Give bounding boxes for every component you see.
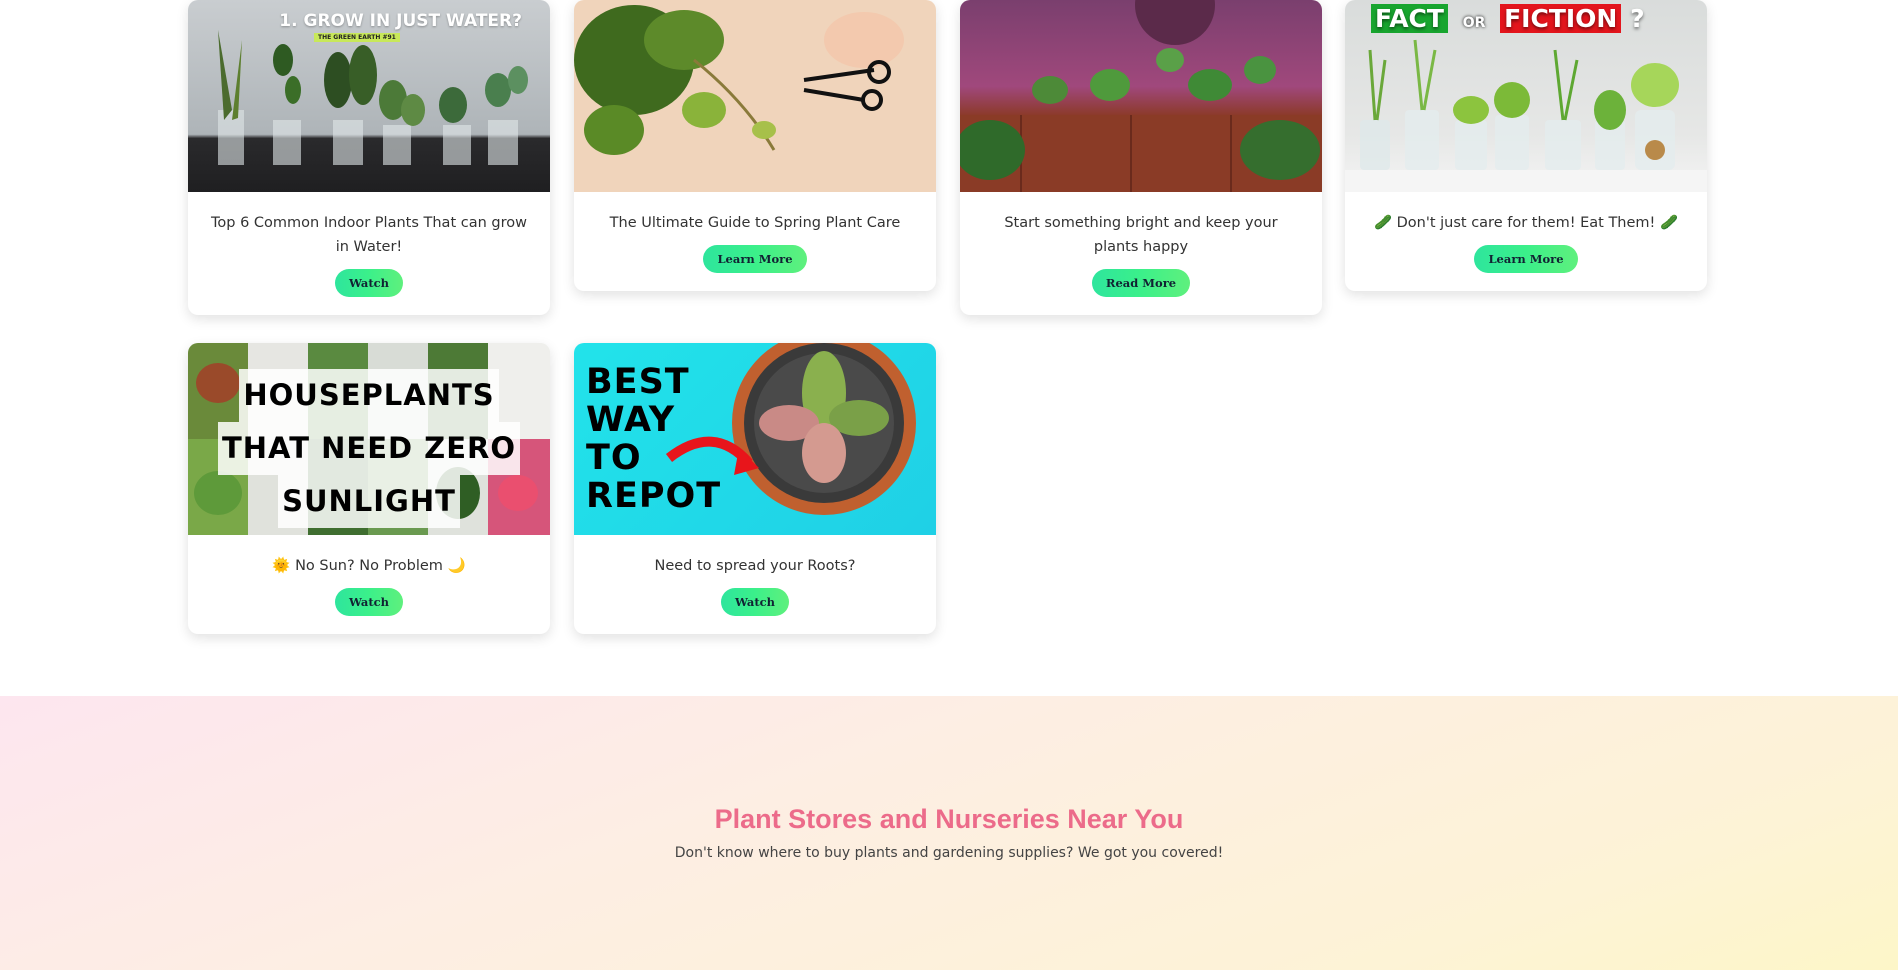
article-card: Start something bright and keep your pla… [960,0,1322,315]
section-subtext: Don't know where to buy plants and garde… [674,845,1224,861]
card-title: 🥒 Don't just care for them! Eat Them! 🥒 [1373,215,1679,231]
card-thumbnail[interactable] [574,0,936,192]
watch-button[interactable]: Watch [334,269,404,297]
article-card: FACT OR FICTION ? 🥒 Don't just care for … [1345,0,1707,291]
fact-label: FACT [1371,4,1448,33]
caption-line: TO [586,438,642,478]
question-mark: ? [1630,4,1645,33]
learn-more-button[interactable]: Learn More [703,245,807,273]
card-title: The Ultimate Guide to Spring Plant Care [609,215,901,231]
caption-line: WAY [586,400,676,440]
card-title: 🌞 No Sun? No Problem 🌙 [272,558,466,574]
caption-line: THAT NEED ZERO [217,422,520,475]
thumbnail-badge: THE GREEN EARTH #91 [314,33,400,42]
read-more-button[interactable]: Read More [1091,269,1191,297]
article-card: The Ultimate Guide to Spring Plant Care … [574,0,936,291]
thumbnail-caption: BEST WAY TO REPOT [586,363,721,515]
card-title: Start something bright and keep your pla… [1004,215,1278,255]
caption-line: BEST [586,362,690,402]
caption-line: REPOT [586,476,722,516]
thumbnail-caption: HOUSEPLANTS THAT NEED ZERO SUNLIGHT [188,369,550,528]
learn-more-button[interactable]: Learn More [1474,245,1578,273]
card-thumbnail[interactable]: HOUSEPLANTS THAT NEED ZERO SUNLIGHT [188,343,550,535]
article-card: HOUSEPLANTS THAT NEED ZERO SUNLIGHT 🌞 No… [188,343,550,634]
card-title: Top 6 Common Indoor Plants That can grow… [211,215,527,255]
watch-button[interactable]: Watch [720,588,790,616]
card-thumbnail[interactable] [960,0,1322,192]
card-thumbnail[interactable]: BEST WAY TO REPOT [574,343,936,535]
card-thumbnail[interactable]: FACT OR FICTION ? [1345,0,1707,192]
card-thumbnail[interactable]: 1. GROW IN JUST WATER? THE GREEN EARTH #… [188,0,550,192]
thumbnail-caption: 1. GROW IN JUST WATER? [279,11,522,31]
or-label: OR [1462,15,1486,31]
watch-button[interactable]: Watch [334,588,404,616]
caption-line: HOUSEPLANTS [239,369,499,422]
caption-line: SUNLIGHT [278,475,460,528]
article-card: BEST WAY TO REPOT Need to spread your Ro… [574,343,936,634]
article-card: 1. GROW IN JUST WATER? THE GREEN EARTH #… [188,0,550,315]
card-title: Need to spread your Roots? [654,558,856,574]
section-heading: Plant Stores and Nurseries Near You [714,804,1184,834]
thumbnail-caption: FACT OR FICTION ? [1371,4,1645,33]
plant-stores-section: Plant Stores and Nurseries Near You Don'… [0,696,1898,970]
fiction-label: FICTION [1500,4,1622,33]
